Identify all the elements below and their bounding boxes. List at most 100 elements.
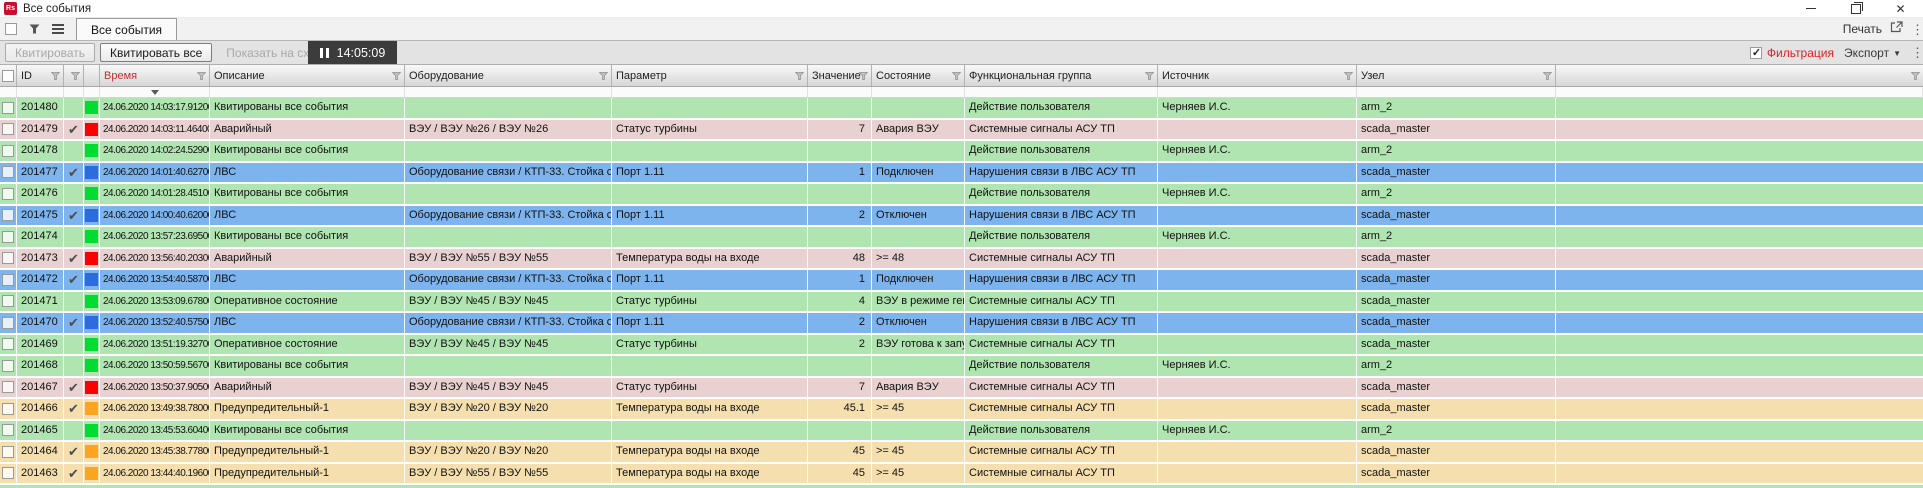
cell-parameter bbox=[612, 141, 808, 161]
row-checkbox[interactable] bbox=[2, 144, 14, 157]
cell-value: 2 bbox=[808, 334, 872, 354]
table-row[interactable]: 201478 24.06.2020 14:02:24.529000 Квитиров… bbox=[0, 141, 1923, 163]
table-row[interactable]: 201465 24.06.2020 13:45:53.604000 Квитиров… bbox=[0, 420, 1923, 442]
row-checkbox[interactable] bbox=[2, 467, 14, 480]
severity-square-icon bbox=[85, 273, 98, 287]
row-checkbox[interactable] bbox=[2, 252, 14, 265]
close-button[interactable]: ✕ bbox=[1878, 0, 1923, 17]
table-row[interactable]: 201475 ✔ 24.06.2020 14:00:40.620000 ЛВС Обор… bbox=[0, 205, 1923, 227]
column-header-id[interactable]: ID bbox=[17, 65, 64, 86]
row-checkbox[interactable] bbox=[2, 359, 14, 372]
cell-func-group: Действие пользователя bbox=[965, 98, 1158, 118]
cell-equipment: ВЭУ / ВЭУ №20 / ВЭУ №20 bbox=[405, 399, 612, 419]
cell-select bbox=[0, 399, 17, 419]
restore-icon bbox=[1850, 1, 1863, 14]
row-checkbox[interactable] bbox=[2, 338, 14, 351]
column-header-parameter[interactable]: Параметр bbox=[612, 65, 808, 86]
column-header-ack[interactable] bbox=[64, 65, 84, 86]
row-checkbox[interactable] bbox=[2, 273, 14, 286]
row-checkbox[interactable] bbox=[2, 209, 14, 222]
column-header-source[interactable]: Источник bbox=[1158, 65, 1357, 86]
row-checkbox[interactable] bbox=[2, 402, 14, 415]
filter-funnel-icon[interactable] bbox=[392, 71, 401, 80]
row-checkbox[interactable] bbox=[2, 123, 14, 136]
cell-severity bbox=[84, 399, 100, 419]
column-header-equipment[interactable]: Оборудование bbox=[405, 65, 612, 86]
row-checkbox[interactable] bbox=[2, 316, 14, 329]
table-row[interactable]: 201480 24.06.2020 14:03:17.912000 Квитиров… bbox=[0, 98, 1923, 120]
strip-cell bbox=[872, 87, 965, 97]
row-checkbox[interactable] bbox=[2, 230, 14, 243]
filter-funnel-icon[interactable] bbox=[1911, 71, 1920, 80]
cell-parameter: Порт 1.11 bbox=[612, 313, 808, 333]
table-row[interactable]: 201474 24.06.2020 13:57:23.695000 Квитиров… bbox=[0, 227, 1923, 249]
filter-funnel-icon[interactable] bbox=[197, 71, 206, 80]
filter-icon[interactable] bbox=[29, 24, 40, 34]
print-button[interactable]: Печать bbox=[1843, 22, 1882, 36]
table-row[interactable]: 201466 ✔ 24.06.2020 13:49:38.780000 Предупр… bbox=[0, 399, 1923, 421]
row-checkbox[interactable] bbox=[2, 295, 14, 308]
column-header-func-group[interactable]: Функциональная группа bbox=[965, 65, 1158, 86]
table-row[interactable]: 201477 ✔ 24.06.2020 14:01:40.627000 ЛВС Обор… bbox=[0, 162, 1923, 184]
menu-icon[interactable] bbox=[52, 24, 64, 34]
tabbar-checkbox[interactable] bbox=[5, 23, 17, 35]
filter-funnel-icon[interactable] bbox=[51, 71, 60, 80]
row-checkbox[interactable] bbox=[2, 424, 14, 437]
acknowledge-button[interactable]: Квитировать bbox=[5, 43, 96, 62]
pause-icon[interactable] bbox=[319, 47, 329, 58]
filter-funnel-icon[interactable] bbox=[859, 71, 868, 80]
filter-funnel-icon[interactable] bbox=[599, 71, 608, 80]
strip-cell bbox=[1158, 87, 1357, 97]
cell-source bbox=[1158, 442, 1357, 462]
filter-funnel-icon[interactable] bbox=[1543, 71, 1552, 80]
tab-all-events[interactable]: Все события bbox=[76, 18, 178, 40]
cell-time: 24.06.2020 14:00:40.620000 bbox=[100, 205, 210, 225]
select-all-checkbox[interactable] bbox=[2, 69, 14, 82]
row-checkbox[interactable] bbox=[2, 187, 14, 200]
row-checkbox[interactable] bbox=[2, 445, 14, 458]
time-box[interactable]: 14:05:09 bbox=[308, 41, 397, 64]
table-row[interactable]: 201479 ✔ 24.06.2020 14:03:11.464000 Аварийн… bbox=[0, 119, 1923, 141]
table-row[interactable]: 201469 24.06.2020 13:51:19.327000 Оператив… bbox=[0, 334, 1923, 356]
column-header-time[interactable]: Время bbox=[100, 65, 210, 86]
cell-source: Черняев И.С. bbox=[1158, 227, 1357, 247]
table-row[interactable]: 201464 ✔ 24.06.2020 13:45:38.778000 Предупр… bbox=[0, 442, 1923, 464]
filter-funnel-icon[interactable] bbox=[1145, 71, 1154, 80]
column-header-node[interactable]: Узел bbox=[1357, 65, 1556, 86]
table-row[interactable]: 201476 24.06.2020 14:01:28.451000 Квитиров… bbox=[0, 184, 1923, 206]
filter-funnel-icon[interactable] bbox=[1344, 71, 1353, 80]
filter-funnel-icon[interactable] bbox=[952, 71, 961, 80]
cell-select bbox=[0, 291, 17, 311]
table-row[interactable]: 201468 24.06.2020 13:50:59.567000 Квитиров… bbox=[0, 356, 1923, 378]
filter-funnel-icon[interactable] bbox=[71, 71, 80, 80]
cell-description: Квитированы все события bbox=[210, 98, 405, 118]
table-row[interactable]: 201472 ✔ 24.06.2020 13:54:40.587000 ЛВС Обор… bbox=[0, 270, 1923, 292]
more-options-icon[interactable]: ⋮ bbox=[1911, 23, 1923, 36]
export-button[interactable]: Экспорт ▼ bbox=[1844, 46, 1901, 60]
column-header-value[interactable]: Значение bbox=[808, 65, 872, 86]
row-checkbox[interactable] bbox=[2, 381, 14, 394]
column-header-description[interactable]: Описание bbox=[210, 65, 405, 86]
table-row[interactable]: 201471 24.06.2020 13:53:09.678000 Оператив… bbox=[0, 291, 1923, 313]
column-header-filler[interactable] bbox=[1556, 65, 1923, 86]
acknowledge-all-button[interactable]: Квитировать все bbox=[100, 43, 213, 62]
table-row[interactable]: 201463 ✔ 24.06.2020 13:44:40.196000 Предупр… bbox=[0, 463, 1923, 485]
row-checkbox[interactable] bbox=[2, 166, 14, 179]
column-header-severity[interactable] bbox=[84, 65, 100, 86]
minimize-button[interactable] bbox=[1788, 0, 1833, 17]
filtering-checkbox[interactable] bbox=[1749, 46, 1762, 59]
more-options-icon[interactable]: ⋮ bbox=[1911, 46, 1923, 59]
cell-select bbox=[0, 463, 17, 483]
cell-ack: ✔ bbox=[64, 399, 84, 419]
table-row[interactable]: 201467 ✔ 24.06.2020 13:50:37.905000 Аварийн… bbox=[0, 377, 1923, 399]
table-row[interactable]: 201473 ✔ 24.06.2020 13:56:40.203000 Аварийн… bbox=[0, 248, 1923, 270]
cell-node: arm_2 bbox=[1357, 98, 1556, 118]
cell-select bbox=[0, 184, 17, 204]
restore-button[interactable] bbox=[1833, 0, 1878, 17]
table-row[interactable]: 201470 ✔ 24.06.2020 13:52:40.575000 ЛВС Обор… bbox=[0, 313, 1923, 335]
column-header-select[interactable] bbox=[0, 65, 17, 86]
column-header-state[interactable]: Состояние bbox=[872, 65, 965, 86]
filter-funnel-icon[interactable] bbox=[795, 71, 804, 80]
open-external-icon[interactable] bbox=[1890, 20, 1903, 38]
row-checkbox[interactable] bbox=[2, 101, 14, 114]
